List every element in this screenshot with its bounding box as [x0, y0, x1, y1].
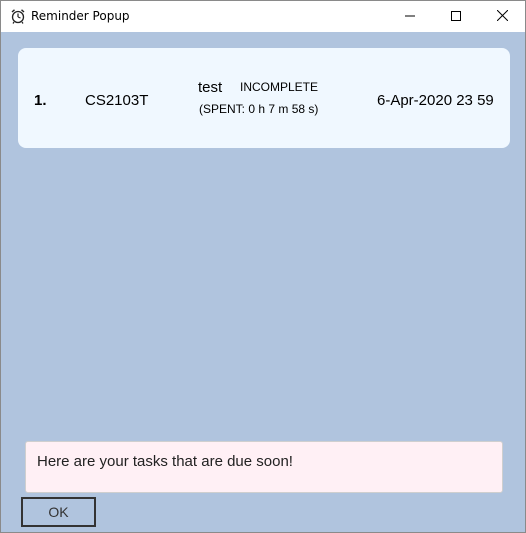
task-index: 1. — [34, 92, 47, 109]
ok-button[interactable]: OK — [21, 497, 96, 527]
task-time-spent: (SPENT: 0 h 7 m 58 s) — [199, 102, 319, 116]
alarm-clock-icon — [10, 8, 26, 24]
window-title: Reminder Popup — [31, 9, 130, 23]
task-due-date: 6-Apr-2020 23 59 — [377, 92, 494, 109]
title-bar[interactable]: Reminder Popup — [1, 1, 525, 32]
close-icon — [496, 8, 508, 26]
minimize-icon — [405, 8, 415, 26]
maximize-icon — [451, 8, 461, 26]
task-card[interactable]: 1. CS2103T test INCOMPLETE (SPENT: 0 h 7… — [18, 48, 510, 148]
maximize-button[interactable] — [433, 1, 479, 32]
task-status: INCOMPLETE — [240, 80, 319, 94]
task-name: test — [198, 79, 223, 96]
minimize-button[interactable] — [387, 1, 433, 32]
reminder-window: Reminder Popup 1. CS2103T test INCOMPLET… — [0, 0, 526, 533]
close-button[interactable] — [479, 1, 525, 32]
message-box: Here are your tasks that are due soon! — [25, 441, 503, 493]
window-content: 1. CS2103T test INCOMPLETE (SPENT: 0 h 7… — [1, 32, 525, 532]
task-module-code: CS2103T — [85, 92, 149, 109]
message-text: Here are your tasks that are due soon! — [37, 453, 293, 470]
